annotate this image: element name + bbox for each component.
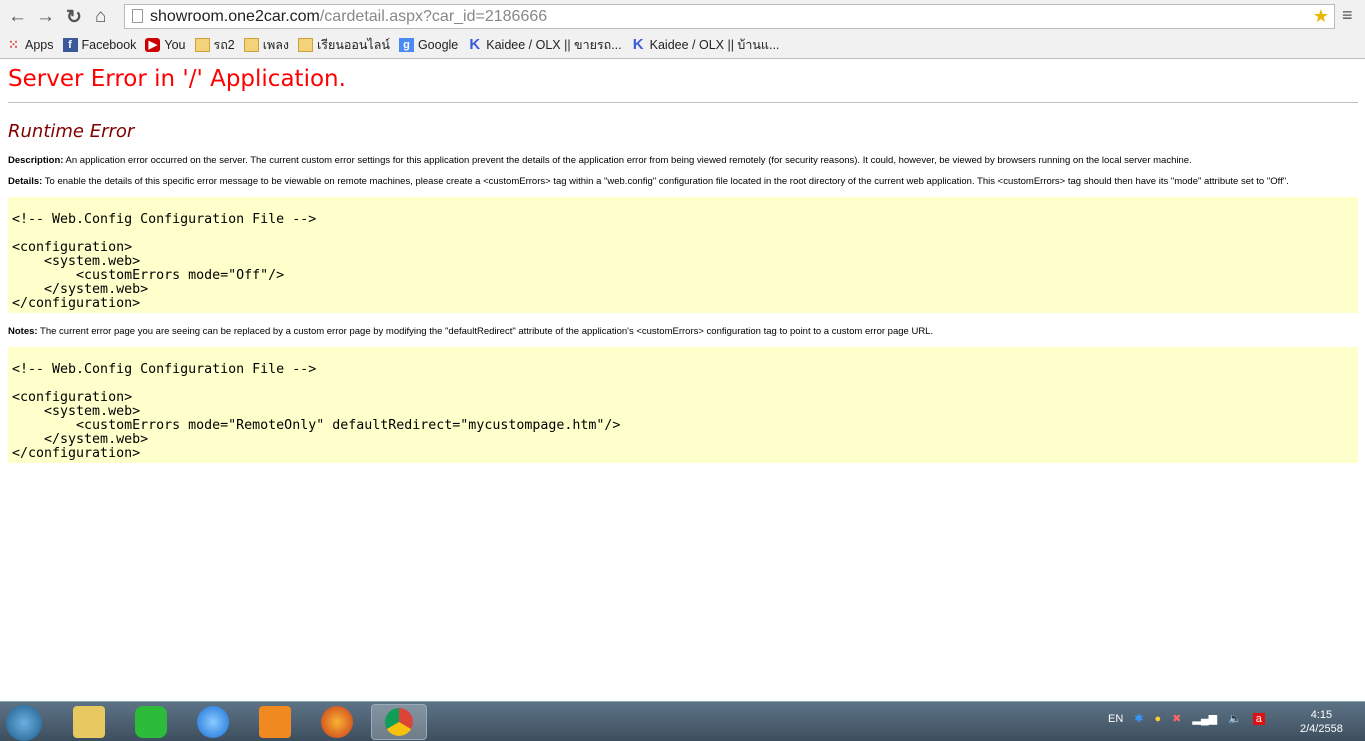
system-tray: EN ✱ ● ✖ ▂▄▆ 🔈 a: [1108, 712, 1265, 725]
notes: Notes: The current error page you are se…: [8, 326, 1358, 338]
kaidee-icon: K: [632, 36, 644, 53]
youtube-icon: ▶: [145, 38, 161, 52]
bookmark-star-icon[interactable]: ★: [1313, 5, 1329, 28]
folder-icon: [194, 38, 210, 52]
page-icon: [132, 9, 143, 23]
chrome-taskbar-button[interactable]: [371, 704, 427, 740]
clock-date: 2/4/2558: [1300, 723, 1343, 735]
language-indicator[interactable]: EN: [1108, 713, 1123, 725]
folder-icon: [298, 38, 314, 52]
volume-icon[interactable]: 🔈: [1228, 712, 1242, 725]
bookmark-folder[interactable]: เพลง: [243, 35, 290, 55]
folder-icon: [243, 38, 259, 52]
bookmark-google[interactable]: g Google: [398, 38, 459, 52]
power-icon[interactable]: ✖: [1172, 712, 1181, 725]
kaidee-icon: K: [469, 36, 481, 53]
bookmark-label: Kaidee / OLX || บ้านแ...: [649, 38, 780, 52]
bookmark-label: Kaidee / OLX || ขายรถ...: [486, 38, 622, 52]
url-path: /cardetail.aspx?car_id=2186666: [319, 8, 548, 25]
bookmark-folder[interactable]: รถ2: [194, 35, 235, 55]
address-bar[interactable]: showroom.one2car.com/cardetail.aspx?car_…: [124, 4, 1335, 29]
antivirus-icon[interactable]: a: [1252, 712, 1265, 725]
clock-time: 4:15: [1310, 709, 1333, 721]
start-button[interactable]: [6, 705, 42, 741]
google-icon: g: [398, 38, 414, 52]
browser-toolbar: ← → ↻ ⌂ showroom.one2car.com/cardetail.a…: [0, 0, 1365, 59]
bookmark-label: Facebook: [81, 38, 137, 52]
signal-icon[interactable]: ▂▄▆: [1192, 712, 1217, 725]
bookmark-label: รถ2: [213, 38, 235, 52]
bookmarks-bar: ⁙ Apps f Facebook ▶ You รถ2 เพลง เรียนออนไล…: [6, 35, 779, 55]
disc-icon[interactable]: ●: [1155, 713, 1162, 725]
notes-label: Notes:: [8, 326, 38, 337]
details: Details: To enable the details of this s…: [8, 176, 1358, 188]
line-icon[interactable]: [135, 706, 167, 738]
notes-text: The current error page you are seeing ca…: [37, 326, 934, 337]
bookmark-label: เรียนออนไลน์: [317, 38, 390, 52]
bookmark-apps[interactable]: ⁙ Apps: [6, 37, 54, 53]
explorer-icon[interactable]: [73, 706, 105, 738]
description-text: An application error occurred on the ser…: [63, 155, 1192, 166]
bookmark-label: Apps: [25, 38, 54, 52]
forward-icon[interactable]: →: [36, 6, 55, 28]
menu-icon[interactable]: ≡: [1342, 5, 1353, 26]
bookmark-kaidee[interactable]: K Kaidee / OLX || ขายรถ...: [467, 35, 621, 55]
details-text: To enable the details of this specific e…: [42, 176, 1289, 187]
description: Description: An application error occurr…: [8, 155, 1358, 167]
code-block-remoteonly: <!-- Web.Config Configuration File --> <…: [8, 347, 1358, 463]
firefox-icon[interactable]: [321, 706, 353, 738]
code-block-off: <!-- Web.Config Configuration File --> <…: [8, 197, 1358, 313]
media-player-icon[interactable]: [259, 706, 291, 738]
page-title: Server Error in '/' Application.: [8, 66, 346, 92]
url-host: showroom.one2car.com: [150, 8, 320, 25]
home-icon[interactable]: ⌂: [95, 6, 106, 28]
apps-icon: ⁙: [8, 37, 19, 52]
bookmark-facebook[interactable]: f Facebook: [62, 38, 137, 52]
bookmark-label: You: [164, 38, 186, 52]
bookmark-label: เพลง: [262, 38, 290, 52]
description-label: Description:: [8, 155, 64, 166]
error-subtitle: Runtime Error: [8, 121, 135, 142]
reload-icon[interactable]: ↻: [66, 6, 82, 29]
taskbar: EN ✱ ● ✖ ▂▄▆ 🔈 a 4:15 2/4/2558: [0, 701, 1365, 741]
bookmark-folder[interactable]: เรียนออนไลน์: [298, 35, 390, 55]
chrome-icon: [385, 708, 413, 736]
bookmark-kaidee[interactable]: K Kaidee / OLX || บ้านแ...: [631, 35, 780, 55]
facebook-icon: f: [62, 38, 78, 52]
bookmark-label: Google: [417, 38, 459, 52]
bluetooth-icon[interactable]: ✱: [1134, 712, 1143, 725]
error-page: Server Error in '/' Application. Runtime…: [8, 66, 1358, 476]
clock[interactable]: 4:15 2/4/2558: [1300, 708, 1343, 736]
back-icon[interactable]: ←: [8, 6, 27, 28]
details-label: Details:: [8, 176, 43, 187]
bookmark-youtube[interactable]: ▶ You: [145, 38, 186, 52]
internet-explorer-icon[interactable]: [197, 706, 229, 738]
divider: [8, 102, 1358, 103]
